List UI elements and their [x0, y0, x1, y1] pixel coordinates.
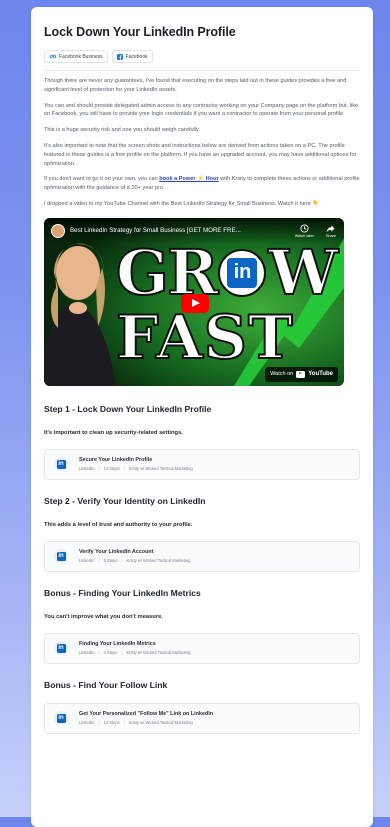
meta-icon	[49, 54, 56, 59]
guide-title: Finding Your LinkedIn Metrics	[79, 641, 156, 648]
guide-step-count: 12 Steps	[103, 720, 120, 726]
thumbnail-word-fast: FAST	[115, 302, 294, 373]
guide-author: Kristy w/ Wicked Tactical Marketing	[126, 650, 191, 656]
facebook-icon	[116, 53, 123, 60]
watch-later-button[interactable]: Watch later	[295, 224, 314, 238]
guide-link-verify-account[interactable]: in Verify Your LinkedIn Account LinkedIn…	[44, 540, 360, 572]
section-subheading: You can't improve what you don't measure…	[44, 613, 163, 620]
guide-platform-tag: LinkedIn	[79, 558, 95, 564]
guide-link-follow-link[interactable]: in Get Your Personalized "Follow Me" Lin…	[44, 702, 360, 734]
thumbnail-word-w: W	[267, 235, 339, 309]
guide-author: Kristy w/ Wicked Tactical Marketing	[126, 558, 191, 564]
guide-author: Kristy w/ Wicked Tactical Marketing	[128, 720, 193, 726]
book-power-hour-link[interactable]: book a Power ⚡ Hour	[159, 176, 219, 182]
video-title[interactable]: Best LinkedIn Strategy for Small Busines…	[70, 227, 275, 234]
play-button[interactable]	[181, 293, 209, 313]
intro-paragraph-5: If you don't want to go it on your own, …	[44, 175, 360, 193]
linkedin-logo-badge: in	[218, 248, 267, 297]
guide-link-secure-profile[interactable]: in Secure Your LinkedIn Profile LinkedIn…	[44, 448, 360, 480]
guide-platform-tag: LinkedIn	[79, 466, 95, 472]
guide-author: Kristy w/ Wicked Tactical Marketing	[128, 466, 193, 472]
intro-paragraph-2: You can and should provide delegated adm…	[44, 102, 359, 118]
divider	[44, 70, 360, 71]
channel-avatar[interactable]	[51, 223, 65, 238]
share-label: Share	[325, 233, 336, 238]
youtube-logo-icon	[296, 371, 306, 378]
guide-title: Secure Your LinkedIn Profile	[79, 457, 153, 464]
guide-step-count: 5 Steps	[103, 558, 118, 564]
share-icon	[326, 224, 335, 234]
thumbnail-headline-top: GR in W	[115, 235, 342, 309]
section-heading-bonus-metrics: Bonus - Finding Your LinkedIn Metrics	[44, 587, 201, 598]
intro-paragraph-4: It's also important to note that the scr…	[44, 142, 357, 167]
section-subheading: This adds a level of trust and authority…	[44, 521, 193, 528]
badge-label: Facebook Business	[59, 53, 103, 60]
guide-title: Verify Your LinkedIn Account	[79, 549, 154, 556]
section-subheading: It's important to clean up security-rela…	[44, 429, 183, 436]
section-heading-bonus-follow-link: Bonus - Find Your Follow Link	[44, 679, 168, 690]
thumbnail-headline-bottom: FAST	[115, 302, 342, 373]
intro-paragraph-1: Though there are never any guarantees, I…	[44, 78, 347, 93]
video-actions: Watch later Share	[295, 224, 336, 238]
guide-step-count: 4 Steps	[103, 650, 118, 656]
badge-facebook-business[interactable]: Facebook Business	[44, 50, 108, 63]
content-card: Lock Down Your LinkedIn Profile Facebook…	[31, 7, 373, 827]
page-title: Lock Down Your LinkedIn Profile	[44, 25, 236, 39]
linkedin-icon: in	[54, 641, 68, 656]
intro-paragraph-6: I dropped a video to my YouTube Channel …	[44, 200, 320, 207]
linkedin-icon: in	[54, 711, 68, 726]
linkedin-letters: in	[227, 257, 258, 288]
badge-label: Facebook	[125, 53, 148, 60]
guide-platform-tag: LinkedIn	[79, 650, 95, 656]
share-button[interactable]: Share	[326, 224, 336, 238]
linkedin-icon: in	[54, 457, 68, 472]
watch-on-youtube-button[interactable]: Watch on YouTube	[265, 366, 338, 382]
section-heading-step-1: Step 1 - Lock Down Your LinkedIn Profile	[44, 403, 212, 414]
watch-later-label: Watch later	[294, 233, 314, 238]
youtube-wordmark: YouTube	[308, 371, 333, 378]
linkedin-icon: in	[54, 549, 68, 564]
guide-step-count: 14 Steps	[103, 466, 120, 472]
guide-link-metrics[interactable]: in Finding Your LinkedIn Metrics LinkedI…	[44, 632, 360, 664]
badge-facebook[interactable]: Facebook	[111, 50, 153, 63]
guide-platform-tag: LinkedIn	[79, 720, 95, 726]
youtube-video-embed[interactable]: GR in W FAST Best LinkedIn Strategy for …	[44, 217, 344, 386]
intro-paragraph-3: This is a huge security risk and one you…	[44, 127, 200, 134]
text-segment: If you don't want to go it on your own, …	[44, 176, 160, 183]
platform-badges: Facebook Business Facebook	[44, 50, 360, 63]
guide-title: Get Your Personalized "Follow Me" Link o…	[79, 711, 214, 718]
watch-on-label: Watch on	[270, 371, 294, 378]
clock-icon	[300, 224, 309, 234]
section-heading-step-2: Step 2 - Verify Your Identity on LinkedI…	[44, 495, 206, 506]
